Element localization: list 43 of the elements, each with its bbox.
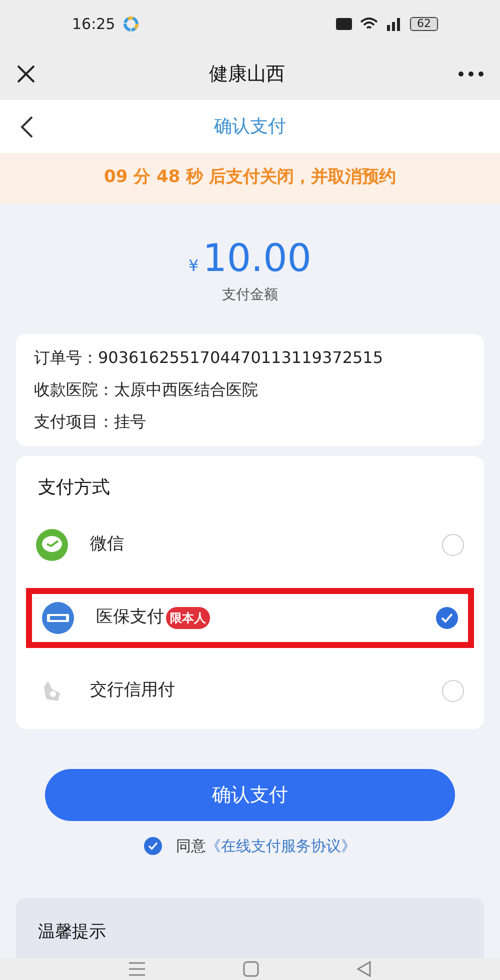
agree-checkbox[interactable] <box>144 837 162 856</box>
page-title: 确认支付 <box>213 115 287 139</box>
order-value: 9036162551704470113119372515 <box>98 347 384 369</box>
payment-option[interactable]: 交行信用付 <box>26 661 474 721</box>
window-title: 健康山西 <box>209 62 285 87</box>
order-value: 挂号 <box>114 411 146 433</box>
battery-indicator: 62 <box>410 17 438 31</box>
chat-bubble-icon <box>36 529 68 561</box>
tips-title: 温馨提示 <box>38 922 106 942</box>
radio-button[interactable] <box>436 607 458 629</box>
more-button[interactable] <box>458 70 484 78</box>
insurance-logo-icon <box>42 602 74 634</box>
order-label: 支付项目： <box>34 411 114 433</box>
currency-sign: ¥ <box>188 255 199 277</box>
hd-icon <box>336 18 352 30</box>
status-time: 16:25 <box>72 14 116 35</box>
check-icon <box>148 842 158 850</box>
confirm-button[interactable]: 确认支付 <box>45 769 455 821</box>
amount-value: 10.00 <box>202 237 312 279</box>
order-label: 订单号： <box>34 347 98 369</box>
agree-text: 同意 <box>176 837 206 855</box>
order-value: 太原中西医结合医院 <box>114 379 258 401</box>
check-icon <box>441 613 453 623</box>
close-button[interactable] <box>16 64 36 84</box>
order-label: 收款医院： <box>34 379 114 401</box>
home-icon[interactable] <box>242 960 259 977</box>
option-label: 医保支付 <box>96 606 164 630</box>
payment-option[interactable]: 医保支付 限本人 <box>26 588 474 648</box>
payment-title: 支付方式 <box>37 476 111 500</box>
wifi-icon <box>360 17 378 31</box>
payment-option[interactable]: 微信 <box>26 515 474 575</box>
menu-icon[interactable] <box>128 962 146 976</box>
agreement-link[interactable]: 《在线支付服务协议》 <box>206 837 356 855</box>
signal-icon <box>386 17 402 31</box>
restriction-badge: 限本人 <box>166 607 210 629</box>
app-logo-icon <box>123 16 140 32</box>
amount-label: 支付金额 <box>222 286 278 305</box>
countdown-banner: 09 分 48 秒 后支付关闭，并取消预约 <box>0 153 500 203</box>
radio-button[interactable] <box>442 680 464 702</box>
option-label: 微信 <box>90 533 124 556</box>
radio-button[interactable] <box>442 534 464 556</box>
back-icon[interactable] <box>356 960 372 977</box>
option-label: 交行信用付 <box>90 679 175 702</box>
